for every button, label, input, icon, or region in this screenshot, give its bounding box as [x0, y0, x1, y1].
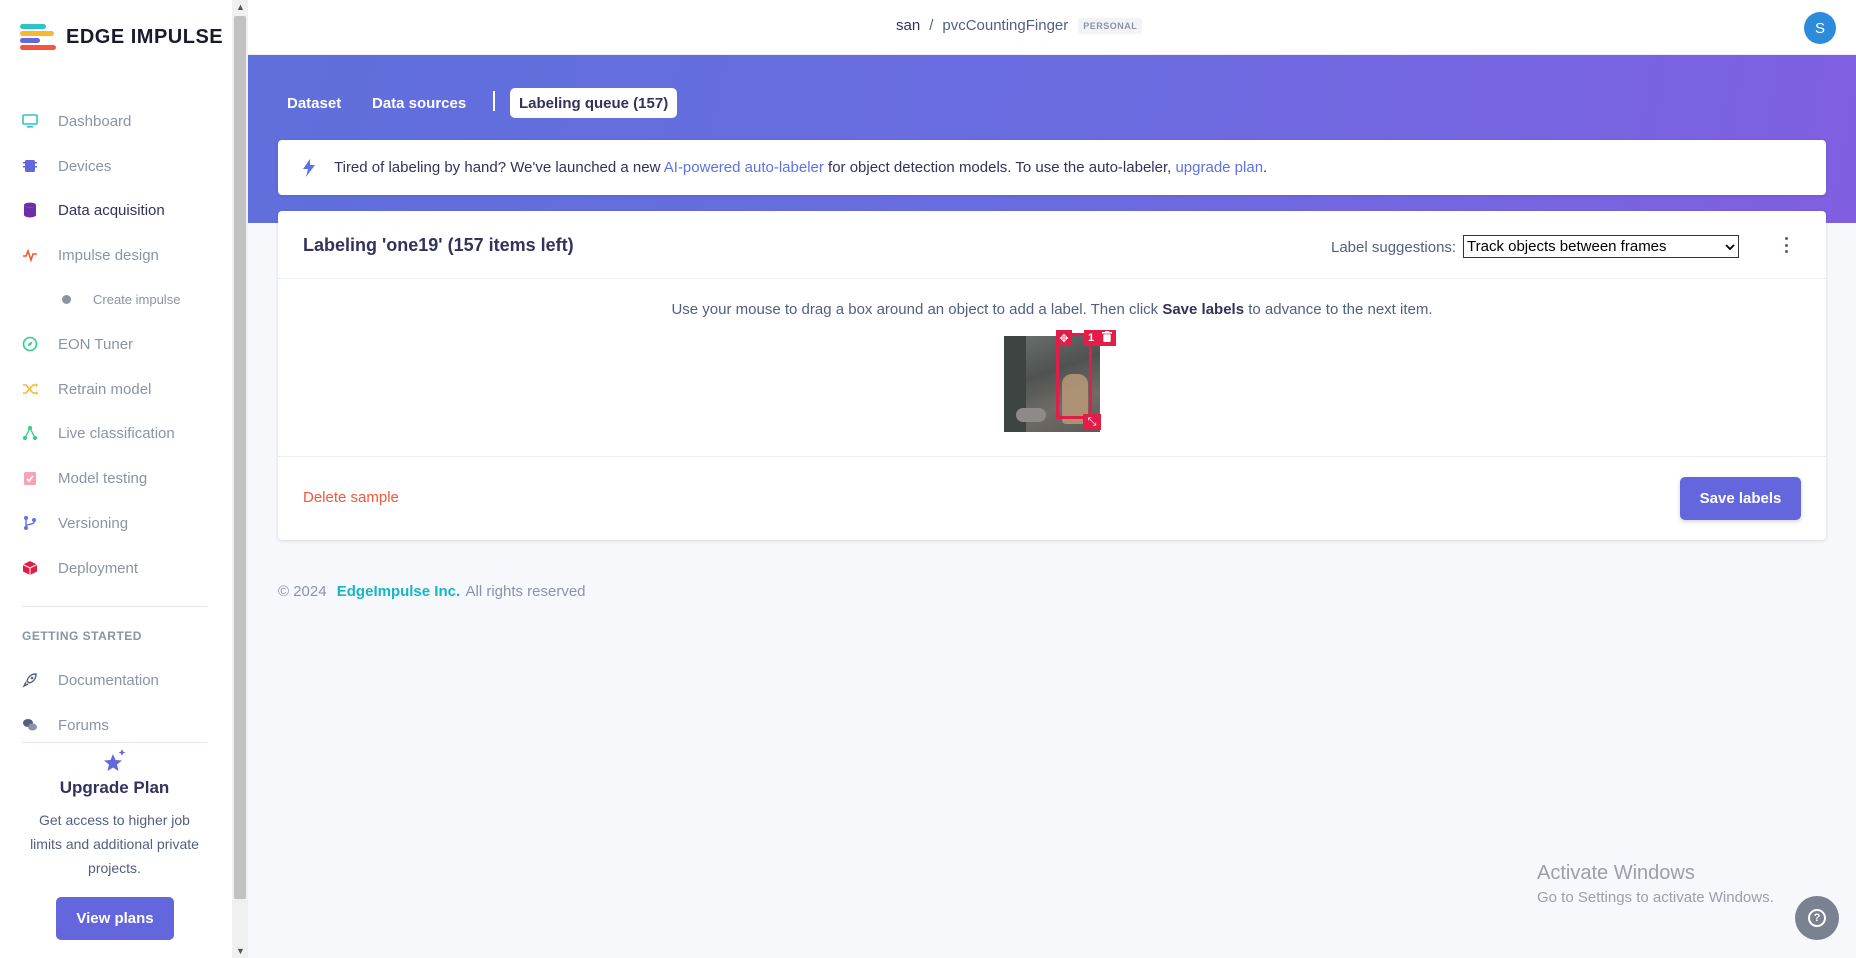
rocket-icon: [22, 672, 38, 688]
upgrade-plan-title: Upgrade Plan: [59, 778, 170, 797]
user-avatar[interactable]: S: [1804, 12, 1836, 44]
sidebar-item-label: Data acquisition: [58, 201, 165, 219]
sidebar-item-data-acquisition[interactable]: Data acquisition: [22, 198, 165, 222]
sidebar-item-label: Devices: [58, 157, 112, 175]
sidebar-item-label: EON Tuner: [58, 335, 134, 353]
sidebar-scrollbar[interactable]: ▲ ▼: [232, 0, 248, 958]
upgrade-plan-text: Get access to higher job limits and addi…: [30, 812, 199, 876]
sidebar-item-label: Dashboard: [58, 112, 132, 130]
cube-icon: [22, 560, 38, 576]
tab-separator: [493, 91, 495, 111]
label-suggestions-select[interactable]: Track objects between frames: [1463, 235, 1739, 258]
move-arrows-icon[interactable]: ✥: [1056, 330, 1072, 346]
footer: © 2024 EdgeImpulse Inc. All rights reser…: [278, 583, 586, 600]
sidebar-item-eon-tuner[interactable]: EON Tuner: [22, 332, 133, 356]
footer-rights: All rights reserved: [465, 583, 586, 600]
sidebar-item-label: Impulse design: [58, 246, 159, 264]
chevron-down-icon: [1725, 238, 1735, 255]
labeling-title: Labeling 'one19' (157 items left): [303, 235, 574, 255]
more-options-icon[interactable]: [1783, 237, 1789, 253]
tab-dataset[interactable]: Dataset: [287, 88, 341, 118]
save-labels-button[interactable]: Save labels: [1680, 477, 1801, 520]
compass-icon: [22, 336, 38, 352]
scroll-up-arrow-icon[interactable]: ▲: [236, 2, 245, 12]
nodes-icon: [22, 425, 38, 441]
sidebar-item-model-testing[interactable]: Model testing: [22, 466, 147, 490]
monitor-icon: [22, 113, 38, 129]
label-suggestions-value: Track objects between frames: [1467, 238, 1667, 255]
sidebar-item-label: Create impulse: [93, 291, 181, 307]
sidebar-item-label: Retrain model: [58, 380, 152, 398]
resize-arrows-icon[interactable]: ⤡: [1083, 414, 1101, 430]
banner-text: Tired of labeling by hand? We've launche…: [334, 159, 1268, 176]
sidebar-item-devices[interactable]: Devices: [22, 154, 111, 178]
sidebar-item-label: Model testing: [58, 469, 148, 487]
auto-labeler-banner: Tired of labeling by hand? We've launche…: [278, 140, 1826, 195]
sidebar-item-impulse-design[interactable]: Impulse design: [22, 243, 159, 267]
sidebar-item-retrain-model[interactable]: Retrain model: [22, 377, 151, 401]
breadcrumb-project[interactable]: pvcCountingFinger: [942, 17, 1068, 34]
sidebar-item-dashboard[interactable]: Dashboard: [22, 109, 131, 133]
database-icon: [22, 202, 38, 218]
sidebar-item-versioning[interactable]: Versioning: [22, 511, 128, 535]
sidebar-item-label: Documentation: [58, 671, 159, 689]
sidebar-item-create-impulse[interactable]: Create impulse: [62, 287, 180, 311]
card-divider: [278, 456, 1826, 457]
sidebar: EDGE IMPULSE Dashboard Devices Data acqu…: [0, 0, 232, 958]
tab-data-sources[interactable]: Data sources: [372, 88, 466, 118]
chip-icon: [22, 158, 38, 174]
sidebar-divider: [22, 606, 207, 607]
edge-impulse-logo-icon: [20, 24, 56, 50]
brand-logo[interactable]: EDGE IMPULSE: [20, 24, 223, 50]
breadcrumb-user[interactable]: san: [896, 17, 920, 34]
sidebar-item-label: Versioning: [58, 514, 129, 532]
project-type-badge: PERSONAL: [1078, 17, 1143, 34]
sidebar-item-label: Live classification: [58, 424, 175, 442]
bounding-box-label-text: 1: [1088, 332, 1095, 344]
pulse-icon: [22, 247, 38, 263]
auto-labeler-link[interactable]: AI-powered auto-labeler: [664, 159, 824, 176]
tab-labeling-queue[interactable]: Labeling queue (157): [510, 88, 678, 118]
sidebar-item-deployment[interactable]: Deployment: [22, 556, 138, 580]
breadcrumb-separator: /: [929, 17, 934, 34]
sidebar-item-forums[interactable]: Forums: [22, 713, 109, 737]
footer-company-link[interactable]: EdgeImpulse Inc.: [337, 583, 460, 600]
sidebar-item-label: Deployment: [58, 559, 139, 577]
help-button[interactable]: ?: [1795, 896, 1839, 940]
labeling-instructions: Use your mouse to drag a box around an o…: [671, 301, 1433, 318]
watermark-subtitle: Go to Settings to activate Windows.: [1537, 889, 1774, 906]
upgrade-plan-link[interactable]: upgrade plan: [1175, 159, 1263, 176]
watermark-title: Activate Windows: [1537, 862, 1695, 884]
card-divider: [278, 278, 1826, 279]
sidebar-item-live-classification[interactable]: Live classification: [22, 421, 175, 445]
clipboard-check-icon: [22, 470, 38, 486]
upgrade-plan-panel: Upgrade Plan Get access to higher job li…: [22, 748, 207, 880]
view-plans-button[interactable]: View plans: [56, 897, 174, 940]
chat-icon: [22, 717, 38, 733]
sidebar-item-documentation[interactable]: Documentation: [22, 668, 159, 692]
sidebar-item-label: Forums: [58, 716, 109, 734]
scroll-down-arrow-icon[interactable]: ▼: [236, 946, 245, 956]
windows-activation-watermark: Activate Windows Go to Settings to activ…: [1537, 862, 1774, 906]
sparkle-star-icon: [102, 748, 128, 774]
sidebar-divider: [22, 742, 207, 743]
hero-header: [248, 55, 1856, 223]
footer-copyright: © 2024: [278, 583, 327, 600]
breadcrumb: san / pvcCountingFinger PERSONAL: [896, 17, 1143, 34]
delete-sample-link[interactable]: Delete sample: [303, 489, 399, 506]
question-icon: ?: [1808, 909, 1826, 927]
lightning-bolt-icon: [302, 158, 316, 177]
branch-icon: [22, 515, 38, 531]
section-title-getting-started: GETTING STARTED: [22, 629, 142, 643]
scrollbar-thumb[interactable]: [234, 16, 246, 899]
dot-icon: [62, 294, 71, 304]
bounding-box-label[interactable]: 1: [1084, 330, 1116, 346]
label-suggestions-label: Label suggestions:: [1331, 239, 1457, 256]
labeling-card: Labeling 'one19' (157 items left) Label …: [278, 211, 1826, 540]
top-bar: san / pvcCountingFinger PERSONAL S: [248, 0, 1856, 55]
trash-icon[interactable]: [1102, 331, 1112, 345]
brand-name: EDGE IMPULSE: [66, 25, 224, 48]
shuffle-icon: [22, 381, 38, 397]
